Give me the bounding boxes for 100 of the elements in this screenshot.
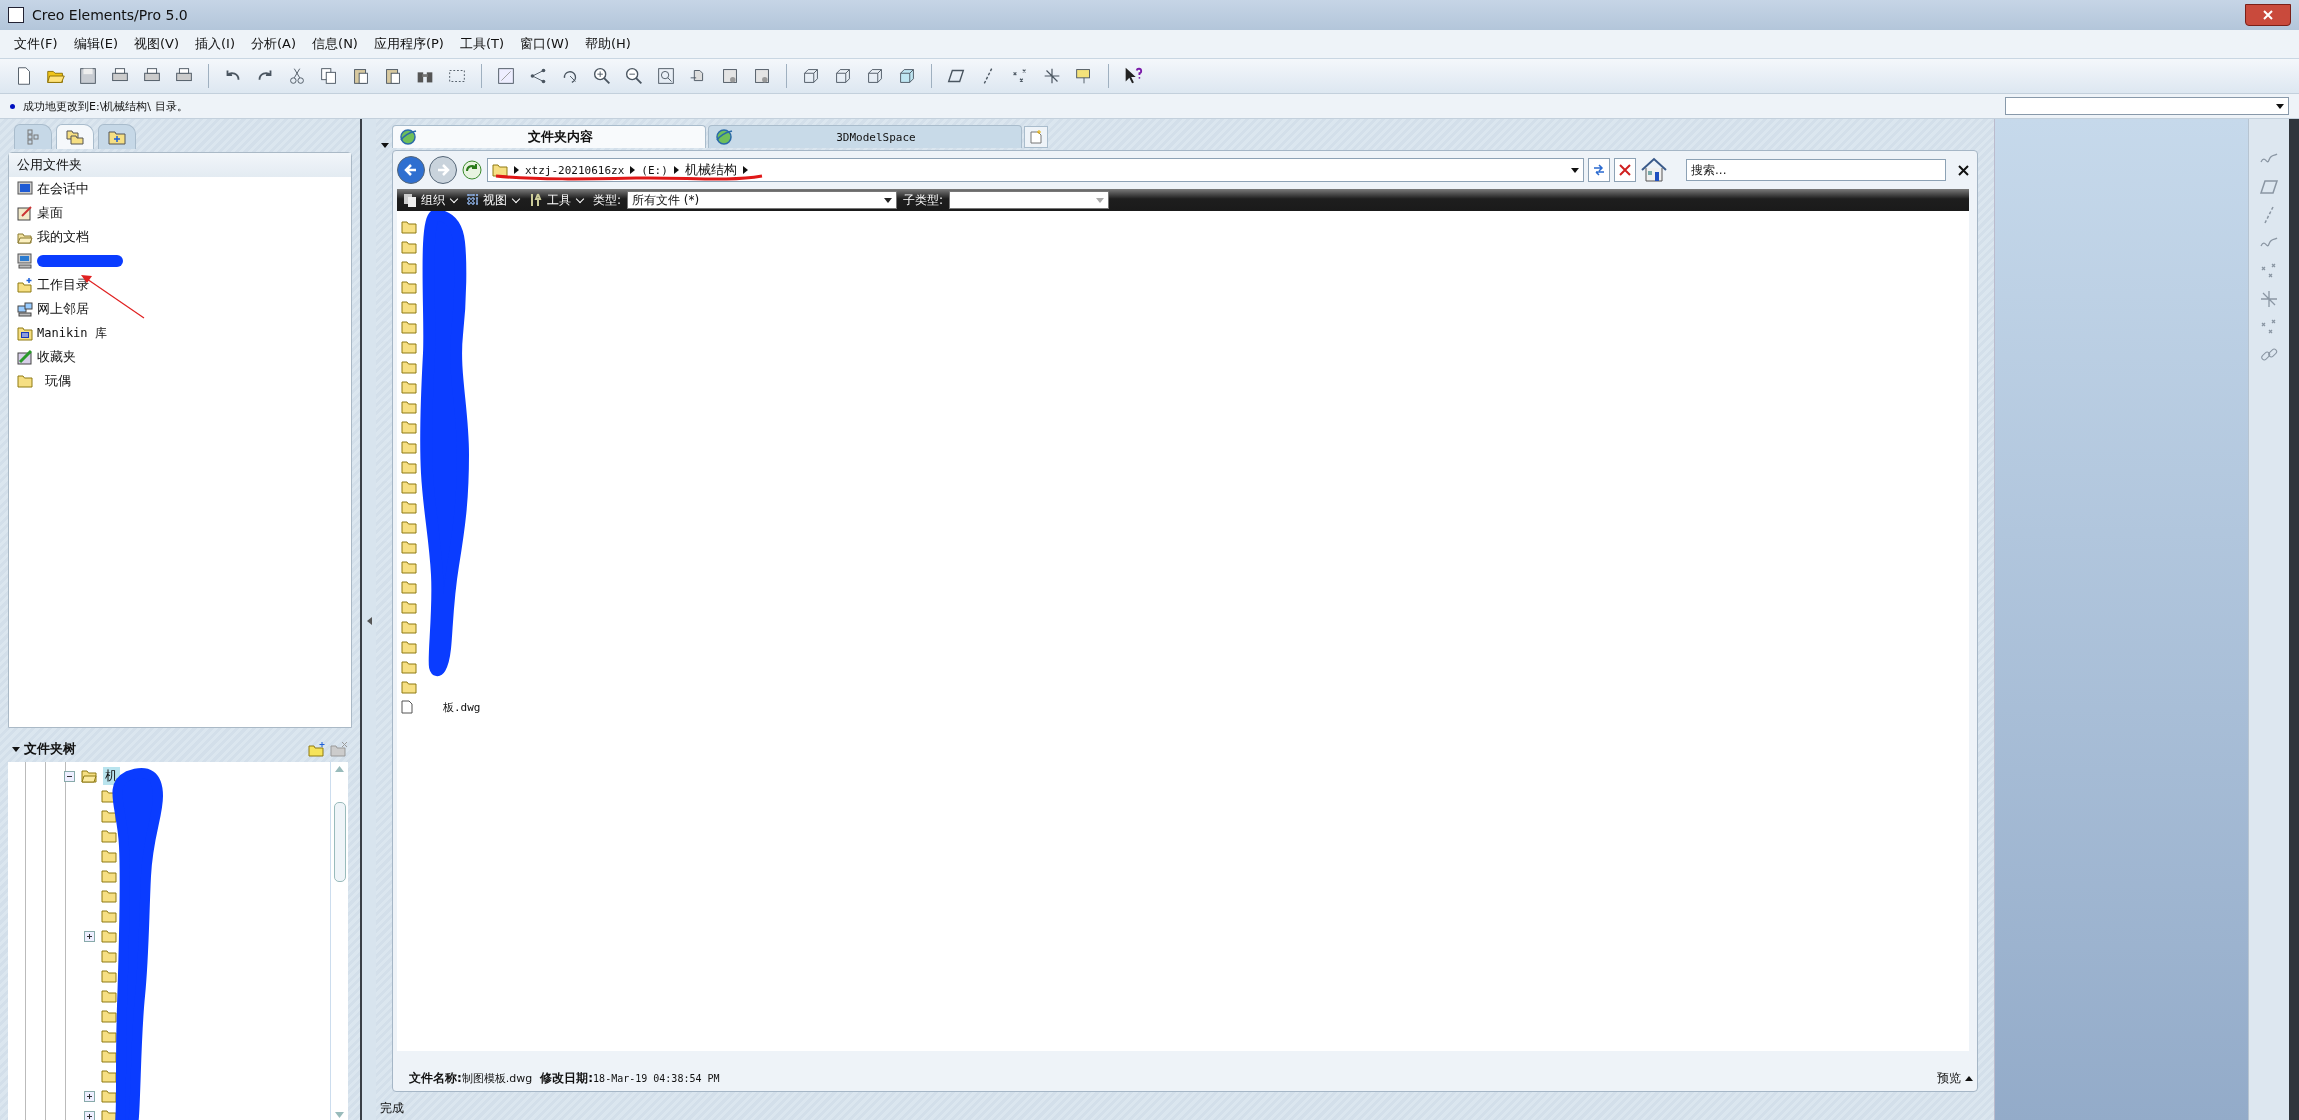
folder-item[interactable]: Manikin 库 [9,321,351,345]
folder-icon [401,620,417,634]
stop-button[interactable] [1614,158,1636,182]
folder-icon [401,300,417,314]
folder-icon [401,360,417,374]
back-button[interactable] [397,156,425,184]
go-button[interactable] [1588,158,1610,182]
collapse-icon[interactable] [64,770,75,782]
browser-tab[interactable]: 文件夹内容 [392,125,706,148]
folder-label: Manikin 库 [37,324,107,342]
panel-tab[interactable] [56,124,94,149]
menu-item[interactable]: 分析(A) [245,32,303,56]
expand-icon[interactable] [84,930,95,942]
search-field[interactable]: 搜索... [1686,159,1946,181]
collapse-icon[interactable] [366,616,372,625]
zoom-out-icon[interactable] [623,65,645,87]
notepad-icon [17,205,33,221]
folder-icon [101,1109,117,1120]
repaint-icon[interactable] [495,65,517,87]
folder-icon [401,220,417,234]
folder-icon [401,280,417,294]
expand-icon[interactable] [84,1090,95,1102]
tools-menu[interactable]: 工具 [529,191,587,209]
file-icon [401,700,413,714]
breadcrumb[interactable]: 机械结构 [684,161,737,179]
globe-icon [399,128,417,146]
address-bar[interactable]: xtzj-20210616zx (E:) 机械结构 [487,158,1584,182]
menu-item[interactable]: 编辑(E) [67,32,124,56]
folder-item[interactable]: 网上邻居 [9,297,351,321]
zoom-in-icon[interactable] [591,65,613,87]
panel-title[interactable]: 文件夹树 [24,740,76,758]
folder-label: 桌面 [37,204,63,222]
network-computers-icon [17,301,33,317]
panel-tab[interactable] [98,124,136,149]
breadcrumb[interactable]: xtzj-20210616zx [525,163,625,177]
panel-title: 公用文件夹 [9,153,351,177]
save-icon[interactable] [77,65,99,87]
refresh-icon[interactable] [461,159,483,181]
folder-item[interactable]: 收藏夹 [9,345,351,369]
globe-icon [715,128,733,146]
close-icon [2263,10,2273,20]
pages-icon [403,193,417,207]
browser-tab[interactable]: 3DModelSpace [708,125,1022,148]
new-page-icon [1030,130,1042,144]
folder-icon [101,889,117,903]
folder-icon [401,440,417,454]
folder-icon [101,989,117,1003]
menu-item[interactable]: 信息(N) [306,32,364,56]
bullet-icon [10,103,15,109]
folders-icon [66,129,84,145]
favorites-icon [17,349,33,365]
folder-icon [101,829,117,843]
detail-label: 文件名称: [409,1069,462,1087]
menu-item[interactable]: 窗口(W) [514,32,575,56]
menu-item[interactable]: 插入(I) [189,32,241,56]
detail-value: 18-Mar-19 04:38:54 PM [593,1072,720,1084]
menu-item[interactable]: 帮助(H) [579,32,637,56]
house-icon[interactable] [1640,157,1668,183]
type-label: 类型: [593,191,622,209]
folder-item[interactable]: 在会话中 [9,177,351,201]
expand-icon[interactable] [84,1110,95,1120]
folder-icon [401,240,417,254]
folder-icon [101,1049,117,1063]
preview-toggle[interactable]: 预览 [1937,1069,1973,1087]
forward-button[interactable] [429,156,457,184]
folder-item[interactable]: 玩偶 [9,369,351,393]
folder-item[interactable]: 桌面 [9,201,351,225]
subtype-label: 子类型: [903,191,944,209]
menu-item[interactable]: 视图(V) [128,32,186,56]
close-button[interactable] [2245,4,2291,26]
menu-item[interactable]: 应用程序(P) [367,32,450,56]
folder-icon [401,600,417,614]
scrollbar-thumb[interactable] [333,802,346,882]
status-text: 完成 [379,1100,405,1117]
organize-menu[interactable]: 组织 [403,191,461,209]
folder-item[interactable]: 我的文档 [9,225,351,249]
zoom-box-icon[interactable] [655,65,677,87]
monitor-icon [17,181,33,197]
folder-icon [101,969,117,983]
folder-icon [101,869,117,883]
folder-icon [401,320,417,334]
tree-icon [24,129,42,145]
breadcrumb[interactable]: (E:) [641,163,668,177]
folder-label: 我的文档 [37,228,89,246]
folder-icon [401,640,417,654]
library-folder-icon [17,325,33,341]
type-dropdown[interactable]: 所有文件 (*) [627,191,898,209]
close-icon[interactable] [1958,164,1969,176]
dropdown[interactable] [2005,97,2289,115]
menu-item[interactable]: 文件(F) [8,32,64,56]
folder-item[interactable]: 工作目录 [9,273,351,297]
folder-label: 玩偶 [44,372,71,390]
file-name[interactable]: 板.dwg [443,699,481,715]
subtype-dropdown[interactable] [949,191,1110,209]
folder-label: 网上邻居 [37,300,89,318]
window-title: Creo Elements/Pro 5.0 [32,7,188,23]
folder-icon [101,1029,117,1043]
menu-item[interactable]: 工具(T) [453,32,510,56]
view-menu[interactable]: 视图 [467,191,523,209]
folder-icon [401,340,417,354]
